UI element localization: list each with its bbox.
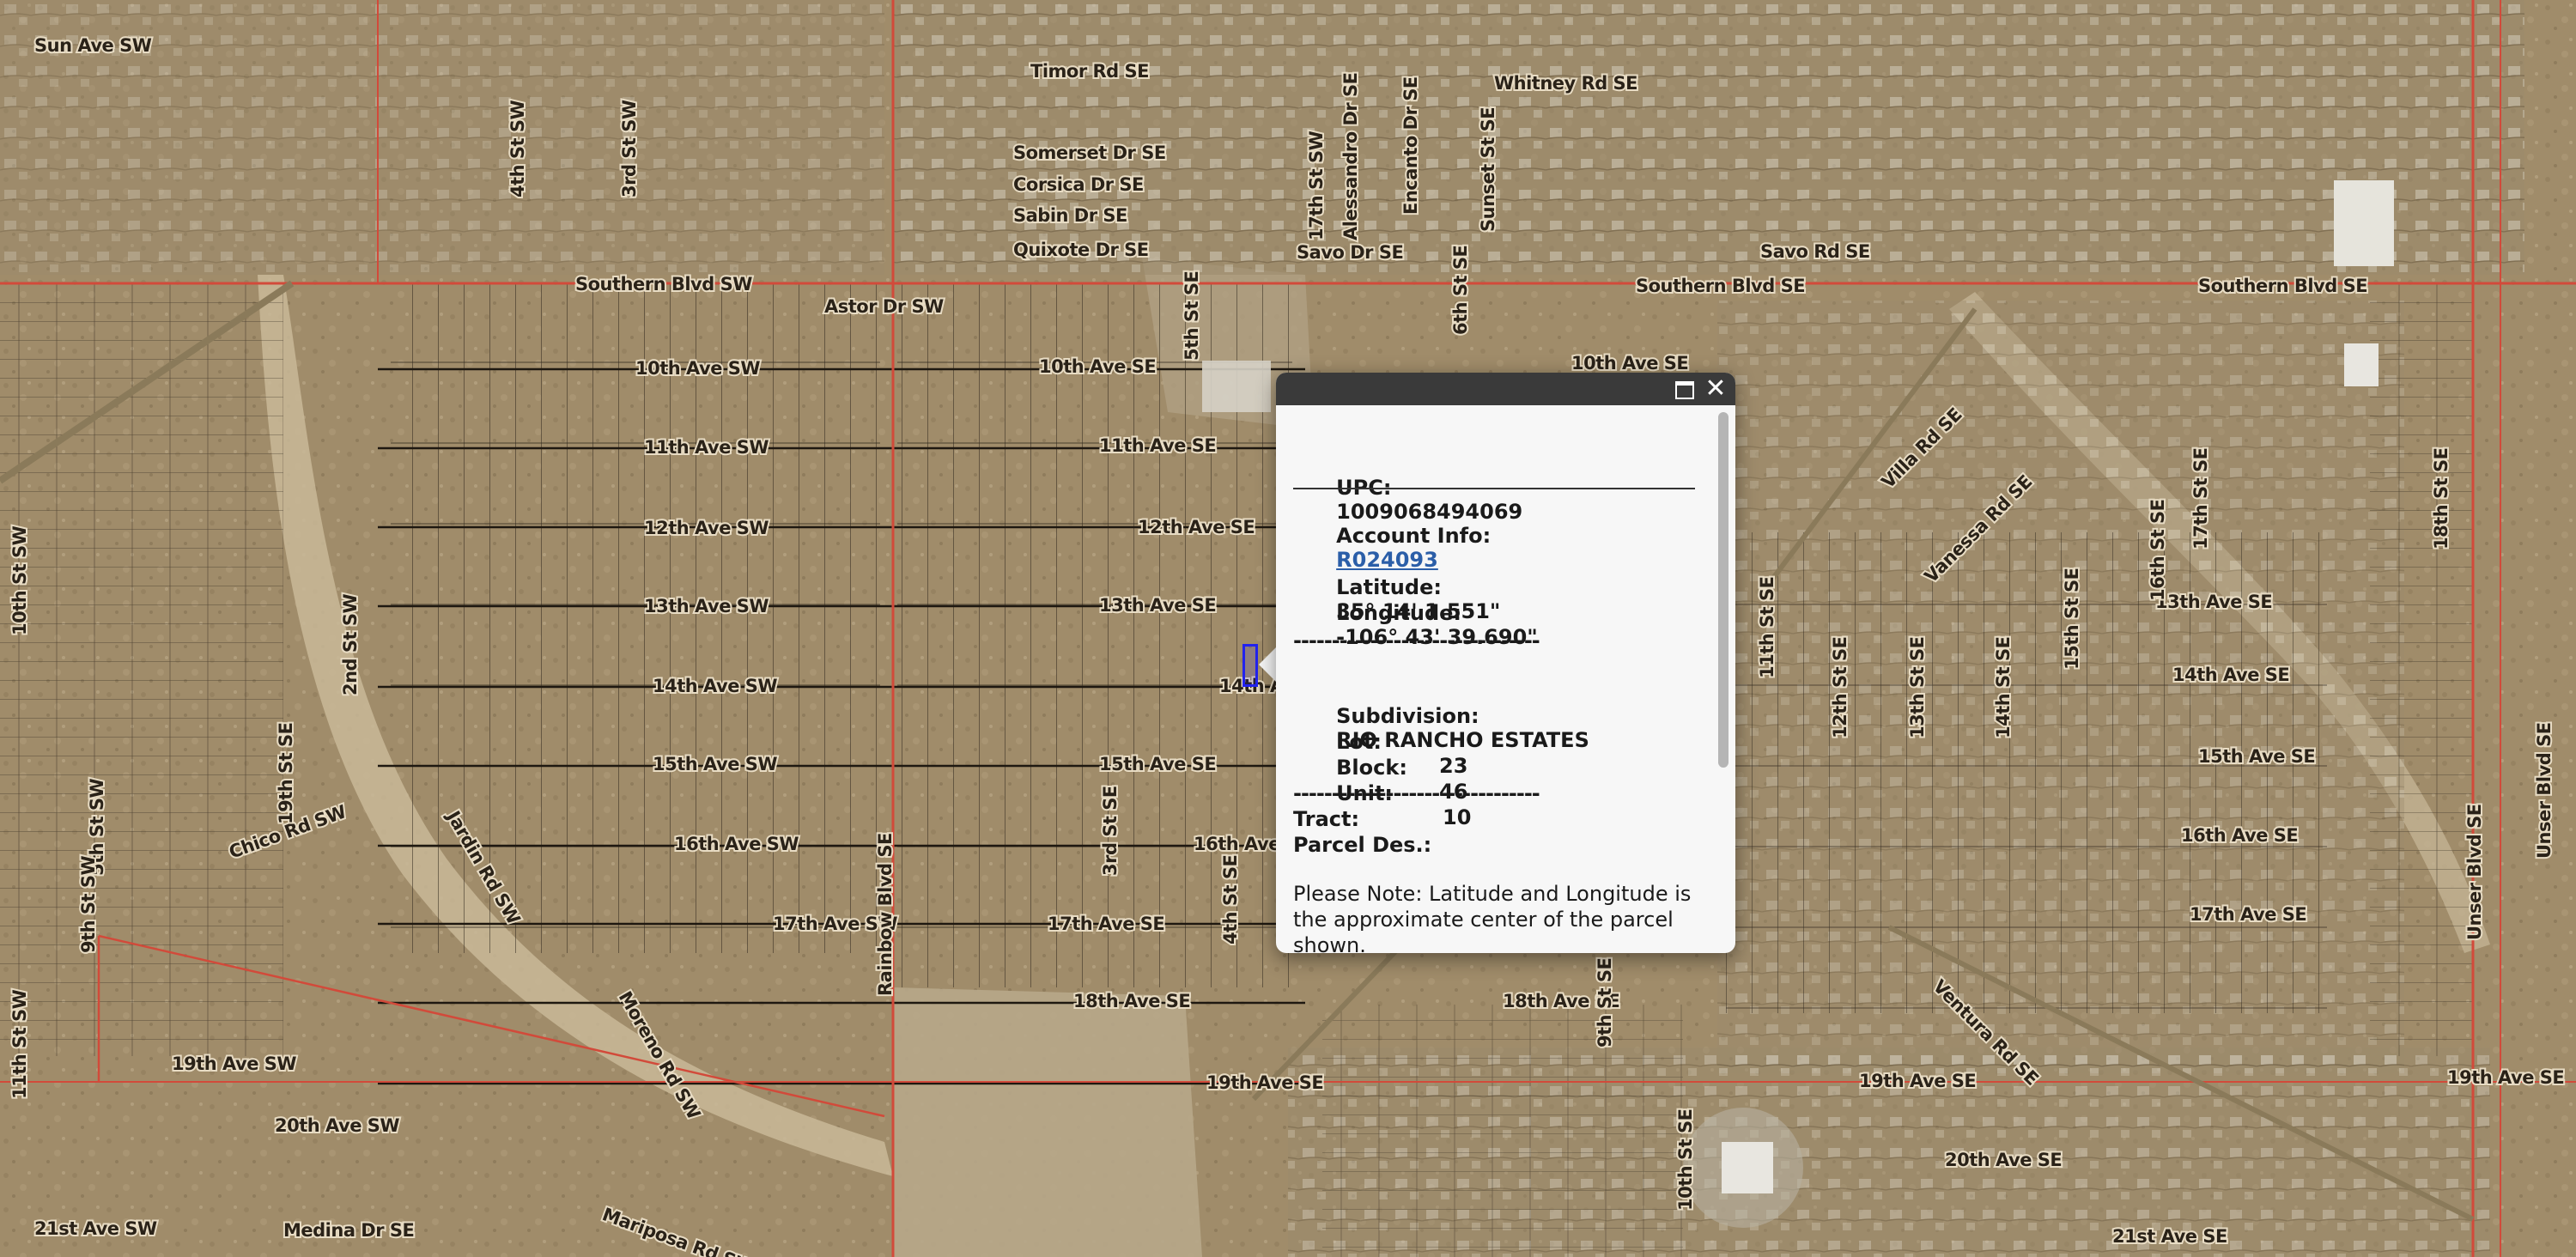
street-label: Alessandro Dr SE <box>1340 72 1361 240</box>
street-label: 21st Ave SW <box>34 1218 157 1239</box>
building <box>2344 343 2379 386</box>
street-label: 13th Ave SE <box>1099 595 1216 616</box>
street-label: 13th Ave SE <box>2155 592 2272 612</box>
parcel-grid <box>0 283 283 1056</box>
street-label: Southern Blvd SE <box>1636 276 1805 296</box>
street-label: 6th St SE <box>1450 246 1471 335</box>
street-label: 20th Ave SE <box>1945 1150 2062 1170</box>
street-label: 4th St SE <box>1220 855 1241 944</box>
street-label: 19th Ave SW <box>172 1054 296 1074</box>
street-label: 10th St SW <box>9 525 30 635</box>
street-label: 12th Ave SW <box>644 518 769 538</box>
street-label: Unser Blvd SE <box>2464 804 2485 940</box>
street-label: Corsica Dr SE <box>1013 174 1144 195</box>
street-label: 9th St SE <box>1595 958 1615 1048</box>
street-label: 4th St SW <box>507 100 528 197</box>
street-label: 16th Ave SW <box>674 834 799 854</box>
building <box>1722 1142 1773 1193</box>
divider <box>1293 488 1695 489</box>
street-label: 10th St SE <box>1675 1109 1696 1211</box>
coordinate-note: Please Note: Latitude and Longitude is t… <box>1293 882 1692 953</box>
street-label: 17th St SE <box>2190 448 2211 550</box>
street-label: 17th Ave SE <box>2190 904 2306 925</box>
street-label: 17th Ave SE <box>1048 914 1164 934</box>
street-label: 19th St SE <box>276 723 296 824</box>
street-label: 15th Ave SW <box>653 754 777 774</box>
street-label: 19th Ave SE <box>1206 1072 1323 1093</box>
street-label: 16th St SE <box>2148 500 2168 601</box>
street-label: 17th St SW <box>1306 131 1327 240</box>
street-label: 11th St SW <box>9 989 30 1099</box>
residential-area <box>893 0 2524 275</box>
street-label: 15th Ave SE <box>2198 746 2315 767</box>
street-label: 10th Ave SE <box>1571 353 1688 373</box>
account-label: Account Info: <box>1336 524 1492 548</box>
street-label: 5th St SE <box>1182 271 1202 361</box>
popup-scrollbar[interactable] <box>1718 412 1728 768</box>
street-label: 18th Ave SE <box>1073 991 1190 1011</box>
street-label: Astor Dr SW <box>824 296 944 317</box>
street-label: 12th St SE <box>1830 637 1850 738</box>
tract-label: Tract: <box>1293 807 1360 831</box>
street-label: 2nd St SW <box>340 593 361 695</box>
street-label: 14th Ave SW <box>653 676 777 696</box>
street-label: 19th Ave SE <box>1859 1071 1976 1091</box>
street-label: 3rd St SW <box>619 100 640 197</box>
longitude-label: Longitude: <box>1336 601 1462 625</box>
street-label: Unser Blvd SE <box>2534 722 2555 859</box>
popup-pointer <box>1259 646 1278 683</box>
maximize-icon <box>1675 381 1694 399</box>
street-label: 3rd St SE <box>1100 786 1121 876</box>
street-label: 16th Ave SE <box>2181 825 2298 846</box>
open-land <box>893 987 1202 1257</box>
longitude-row: Longitude: -106° 43' 39.690" <box>1293 577 1538 673</box>
parcel-grid <box>1322 1005 1683 1257</box>
street-label: Southern Blvd SE <box>2198 276 2367 296</box>
street-label: 14th Ave SE <box>2172 665 2289 685</box>
street-label: 9th St SW <box>78 855 99 953</box>
close-button[interactable]: ✕ <box>1703 376 1728 402</box>
street-label: 11th Ave SW <box>644 437 769 458</box>
selected-parcel-marker[interactable] <box>1242 644 1258 687</box>
street-label: 13th St SE <box>1907 637 1928 738</box>
street-label: 20th Ave SW <box>275 1115 399 1136</box>
street-label: 11th St SE <box>1757 577 1777 678</box>
street-label: 19th Ave SE <box>2447 1067 2564 1088</box>
popup-content[interactable]: UPC: 1009068494069 Account Info: R024093… <box>1276 405 1727 953</box>
street-label: Sun Ave SW <box>34 35 152 56</box>
maximize-button[interactable] <box>1672 376 1698 402</box>
parcel-grid <box>2370 283 2473 1056</box>
street-label: 18th St SE <box>2431 448 2451 550</box>
parcel-des-label: Parcel Des.: <box>1293 833 1432 857</box>
street-label: 10th Ave SW <box>635 358 760 379</box>
street-label: Sabin Dr SE <box>1013 205 1127 226</box>
street-label: 11th Ave SE <box>1099 435 1216 456</box>
street-label: Timor Rd SE <box>1030 61 1149 82</box>
street-label: 10th Ave SE <box>1039 356 1156 377</box>
street-label: Medina Dr SE <box>283 1220 414 1241</box>
building <box>2334 180 2394 266</box>
separator-top: -------------------------------- <box>1293 628 1540 653</box>
street-label: 14th St SE <box>1993 637 2014 738</box>
street-label: Somerset Dr SE <box>1013 143 1166 163</box>
close-icon: ✕ <box>1704 373 1727 404</box>
street-label: 12th Ave SE <box>1138 517 1255 537</box>
street-label: 21st Ave SE <box>2112 1226 2227 1247</box>
street-label: Quixote Dr SE <box>1013 240 1149 260</box>
unit-value: 10 <box>1443 805 1472 829</box>
parcel-info-popup: ✕ UPC: 1009068494069 Account Info: R0240… <box>1276 373 1735 953</box>
street-label: Savo Dr SE <box>1297 242 1403 263</box>
popup-titlebar: ✕ <box>1276 373 1735 405</box>
street-label: Southern Blvd SW <box>575 274 752 295</box>
building <box>1202 361 1271 412</box>
street-label: 15th St SE <box>2062 568 2082 670</box>
street-label: Whitney Rd SE <box>1494 73 1637 94</box>
street-label: 15th Ave SE <box>1099 754 1216 774</box>
street-label: Rainbow Blvd SE <box>875 833 896 996</box>
street-label: Savo Rd SE <box>1760 241 1870 262</box>
street-label: Encanto Dr SE <box>1400 76 1421 215</box>
separator-bottom: -------------------------------- <box>1293 781 1540 805</box>
street-label: Sunset St SE <box>1478 107 1498 232</box>
street-label: 13th Ave SW <box>644 596 769 616</box>
